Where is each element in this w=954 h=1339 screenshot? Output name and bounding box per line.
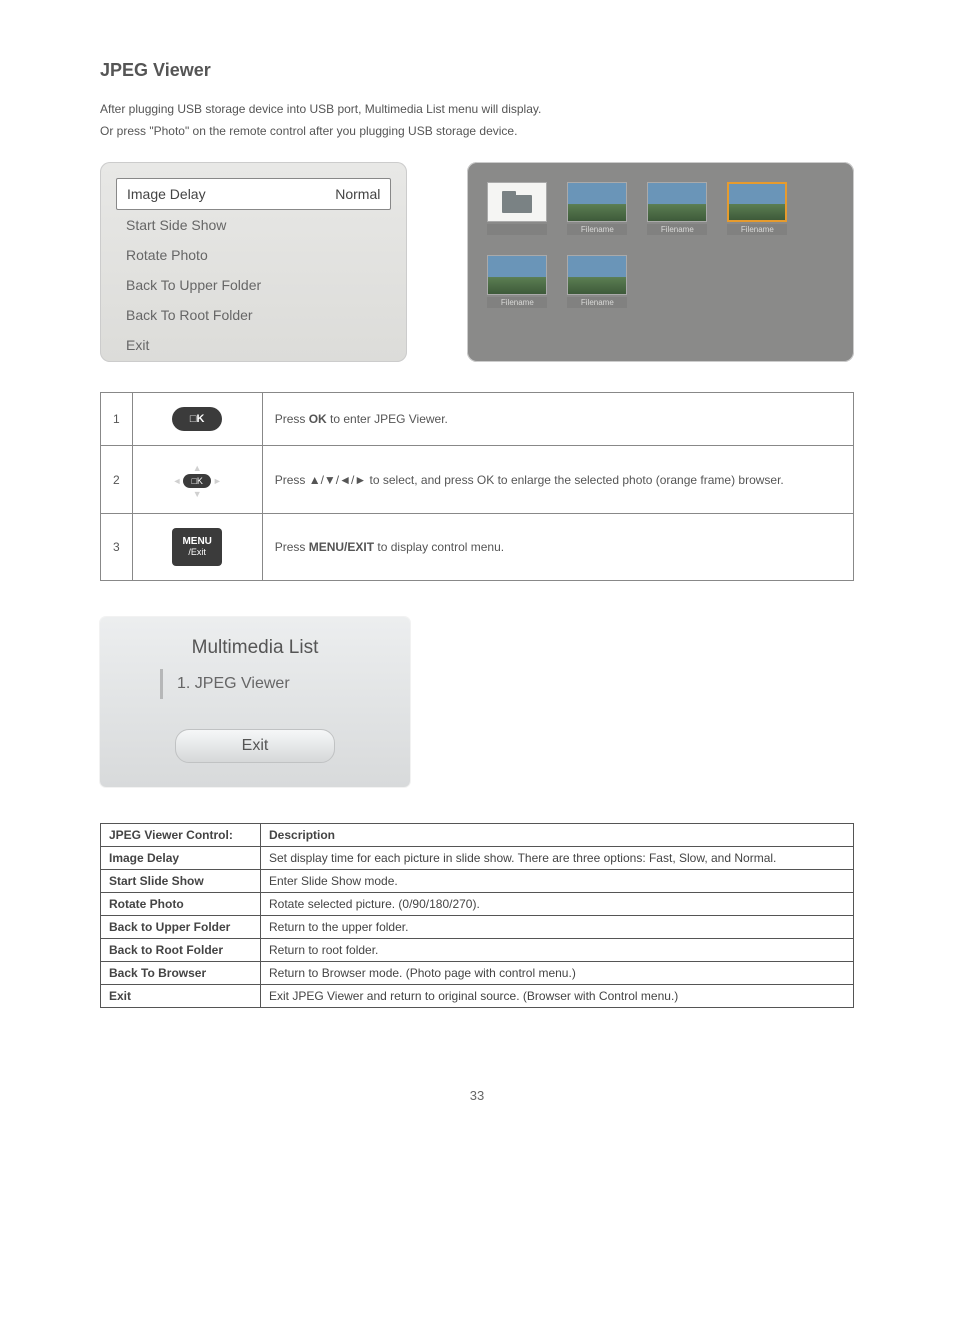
control-description: Rotate selected picture. (0/90/180/270). — [261, 893, 854, 916]
osd-item-label: Rotate Photo — [126, 247, 208, 263]
osd-item[interactable]: Image Delay Normal — [116, 178, 391, 210]
thumbnail-item[interactable]: Filename — [567, 255, 627, 308]
table-row: 3 MENU/Exit Press MENU/EXIT to display con… — [101, 514, 854, 581]
intro-line-2: Or press "Photo" on the remote control a… — [100, 121, 854, 143]
thumbnail-caption: Filename — [647, 224, 707, 235]
osd-item-label: Start Side Show — [126, 217, 226, 233]
osd-item-label: Back To Upper Folder — [126, 277, 261, 293]
thumbnail-image — [487, 255, 547, 295]
thumbnail-image — [567, 255, 627, 295]
button-description: Press OK to enter JPEG Viewer. — [262, 393, 853, 446]
thumbnail-caption: Filename — [567, 297, 627, 308]
multimedia-exit-button[interactable]: Exit — [175, 729, 335, 763]
multimedia-item-jpeg[interactable]: 1. JPEG Viewer — [160, 669, 350, 699]
osd-item[interactable]: Rotate Photo — [116, 240, 391, 270]
table-row: Back to Upper Folder Return to the upper … — [101, 916, 854, 939]
osd-item-label: Image Delay — [127, 186, 206, 202]
remote-button-cell: ▲◄□K►▼ — [132, 446, 262, 514]
table-row: Exit Exit JPEG Viewer and return to origi… — [101, 985, 854, 1008]
thumbnail-grid: Filename Filename Filename Filename Filename — [487, 182, 834, 308]
multimedia-title: Multimedia List — [124, 637, 386, 659]
table-row: Start Slide Show Enter Slide Show mode. — [101, 870, 854, 893]
button-description: Press MENU/EXIT to display control menu. — [262, 514, 853, 581]
thumbnail-caption: Filename — [727, 224, 787, 235]
description-table: JPEG Viewer Control: Description Image Del… — [100, 823, 854, 1008]
thumbnail-caption — [487, 224, 547, 235]
osd-item-label: Back To Root Folder — [126, 307, 253, 323]
control-description: Exit JPEG Viewer and return to original … — [261, 985, 854, 1008]
remote-button-table: 1 □K Press OK to enter JPEG Viewer. 2 ▲◄□K►▼… — [100, 392, 854, 581]
osd-item-value: Normal — [335, 186, 380, 202]
control-description: Set display time for each picture in sli… — [261, 847, 854, 870]
remote-button-cell: MENU/Exit — [132, 514, 262, 581]
table-row: 2 ▲◄□K►▼ Press ▲/▼/◄/► to select, and pres… — [101, 446, 854, 514]
page-number: 33 — [100, 1088, 854, 1103]
row-number: 3 — [101, 514, 133, 581]
osd-item[interactable]: Start Side Show — [116, 210, 391, 240]
table-header-row: JPEG Viewer Control: Description — [101, 824, 854, 847]
thumbnail-item[interactable]: Filename — [567, 182, 627, 235]
menu-exit-button-icon: MENU/Exit — [172, 528, 221, 566]
thumbnail-caption: Filename — [567, 224, 627, 235]
control-name: Back to Root Folder — [109, 943, 223, 957]
thumbnail-panel: Filename Filename Filename Filename Filename — [467, 162, 854, 362]
control-description: Return to Browser mode. (Photo page with… — [261, 962, 854, 985]
osd-item[interactable]: Exit — [116, 330, 391, 360]
table-header-description: Description — [269, 828, 335, 842]
control-name: Rotate Photo — [109, 897, 184, 911]
multimedia-list-panel: Multimedia List 1. JPEG Viewer Exit — [100, 617, 410, 787]
table-row: Back to Root Folder Return to root folder… — [101, 939, 854, 962]
control-name: Image Delay — [109, 851, 179, 865]
table-header-control: JPEG Viewer Control: — [109, 828, 233, 842]
table-row: Rotate Photo Rotate selected picture. (0/… — [101, 893, 854, 916]
thumbnail-folder[interactable] — [487, 182, 547, 235]
osd-item[interactable]: Back To Upper Folder — [116, 270, 391, 300]
button-description: Press ▲/▼/◄/► to select, and press OK to… — [262, 446, 853, 514]
control-name: Exit — [109, 989, 131, 1003]
row-number: 2 — [101, 446, 133, 514]
thumbnail-image — [727, 182, 787, 222]
osd-item-label: Exit — [126, 337, 149, 353]
thumbnail-image — [647, 182, 707, 222]
control-name: Start Slide Show — [109, 874, 204, 888]
control-description: Return to root folder. — [261, 939, 854, 962]
thumbnail-item[interactable]: Filename — [647, 182, 707, 235]
remote-button-cell: □K — [132, 393, 262, 446]
folder-icon — [487, 182, 547, 222]
thumbnail-item[interactable]: Filename — [727, 182, 787, 235]
thumbnail-item[interactable]: Filename — [487, 255, 547, 308]
osd-item[interactable]: Back To Root Folder — [116, 300, 391, 330]
table-row: Image Delay Set display time for each pic… — [101, 847, 854, 870]
control-description: Return to the upper folder. — [261, 916, 854, 939]
osd-panel: Image Delay Normal Start Side Show Rotate P… — [100, 162, 407, 362]
panel-row: Image Delay Normal Start Side Show Rotate P… — [100, 162, 854, 362]
table-row: Back To Browser Return to Browser mode. (… — [101, 962, 854, 985]
control-name: Back To Browser — [109, 966, 206, 980]
dpad-icon: ▲◄□K►▼ — [173, 463, 222, 499]
intro-text: After plugging USB storage device into U… — [100, 99, 854, 142]
row-number: 1 — [101, 393, 133, 446]
thumbnail-caption: Filename — [487, 297, 547, 308]
section-title: JPEG Viewer — [100, 60, 854, 81]
control-name: Back to Upper Folder — [109, 920, 230, 934]
thumbnail-image — [567, 182, 627, 222]
table-row: 1 □K Press OK to enter JPEG Viewer. — [101, 393, 854, 446]
intro-line-1: After plugging USB storage device into U… — [100, 99, 854, 121]
control-description: Enter Slide Show mode. — [261, 870, 854, 893]
ok-button-icon: □K — [172, 407, 222, 431]
